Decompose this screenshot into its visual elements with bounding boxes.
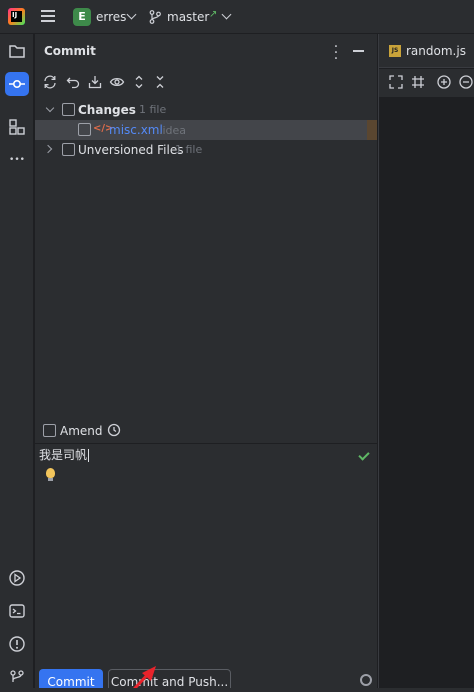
commit-options-gear-icon[interactable] <box>360 674 372 686</box>
chevron-down-icon[interactable] <box>45 103 55 113</box>
tab-random-js[interactable]: random.js <box>406 44 466 58</box>
fullscreen-icon[interactable] <box>389 75 403 89</box>
file-name: misc.xml <box>109 123 163 137</box>
terminal-icon[interactable] <box>5 599 29 623</box>
git-icon[interactable] <box>5 664 29 688</box>
history-clock-icon[interactable] <box>107 423 121 437</box>
panel-title: Commit <box>44 44 96 58</box>
eye-icon[interactable] <box>109 74 125 90</box>
project-chevron-down-icon[interactable] <box>126 9 137 20</box>
grid-icon[interactable] <box>411 75 425 89</box>
options-kebab-icon[interactable]: · · · <box>333 40 339 66</box>
bottom-edge <box>0 688 474 692</box>
structure-icon[interactable] <box>5 115 29 139</box>
file-directory: .idea <box>159 124 187 137</box>
problems-icon[interactable] <box>5 632 29 656</box>
commit-message-input[interactable]: 我是司帆 <box>39 446 90 463</box>
zoom-in-icon[interactable] <box>437 75 451 89</box>
change-marker <box>367 120 377 140</box>
editor-area: JS random.js <box>378 34 474 692</box>
folder-icon[interactable] <box>5 39 29 63</box>
unversioned-count: 1 file <box>175 143 203 156</box>
editor-toolbar <box>379 69 474 97</box>
project-badge[interactable]: E <box>73 8 91 26</box>
changes-checkbox[interactable] <box>62 103 75 116</box>
project-name[interactable]: erres <box>96 10 126 24</box>
commit-panel: Commit · · · Changes 1 file </> misc.xml… <box>35 34 377 692</box>
left-tool-strip: ••• <box>0 34 34 692</box>
commit-icon[interactable] <box>5 72 29 96</box>
collapse-all-icon[interactable] <box>152 74 168 90</box>
commit-toolbar <box>35 70 377 96</box>
shelve-icon[interactable] <box>87 74 103 90</box>
lightbulb-icon[interactable] <box>46 468 55 481</box>
editor-tab-bar: JS random.js <box>379 34 474 68</box>
changes-count: 1 file <box>139 103 167 116</box>
expand-all-icon[interactable] <box>131 74 147 90</box>
file-checkbox[interactable] <box>78 123 91 136</box>
amend-label[interactable]: Amend <box>60 424 103 438</box>
commit-panel-header: Commit · · · <box>35 34 377 68</box>
unversioned-label: Unversioned Files <box>78 143 184 157</box>
run-icon[interactable] <box>5 566 29 590</box>
changes-label: Changes <box>78 103 136 117</box>
amend-checkbox[interactable] <box>43 424 56 437</box>
chevron-right-icon[interactable] <box>43 144 53 154</box>
app-logo-icon[interactable]: IJ <box>8 8 25 25</box>
refresh-icon[interactable] <box>42 74 58 90</box>
branch-icon <box>149 10 161 24</box>
branch-chevron-down-icon[interactable] <box>221 9 232 20</box>
unversioned-node[interactable]: Unversioned Files 1 file <box>35 140 377 160</box>
check-icon <box>358 449 370 461</box>
more-icon[interactable]: ••• <box>5 148 29 172</box>
message-divider <box>35 443 377 444</box>
text-caret <box>88 449 90 462</box>
main-menu-icon[interactable] <box>41 10 55 22</box>
branch-name[interactable]: master <box>167 10 209 24</box>
minimize-icon[interactable] <box>353 50 364 52</box>
amend-row: Amend <box>35 418 377 442</box>
js-file-icon: JS <box>389 45 401 57</box>
zoom-out-icon[interactable] <box>459 75 473 89</box>
branch-outgoing-icon: ↗ <box>209 9 218 20</box>
file-row-misc-xml[interactable]: </> misc.xml .idea <box>35 120 377 140</box>
rollback-icon[interactable] <box>65 74 81 90</box>
unversioned-checkbox[interactable] <box>62 143 75 156</box>
title-bar: IJ E erres master ↗ <box>0 0 474 34</box>
changes-node[interactable]: Changes 1 file <box>35 100 377 120</box>
commit-message-text: 我是司帆 <box>39 448 88 462</box>
